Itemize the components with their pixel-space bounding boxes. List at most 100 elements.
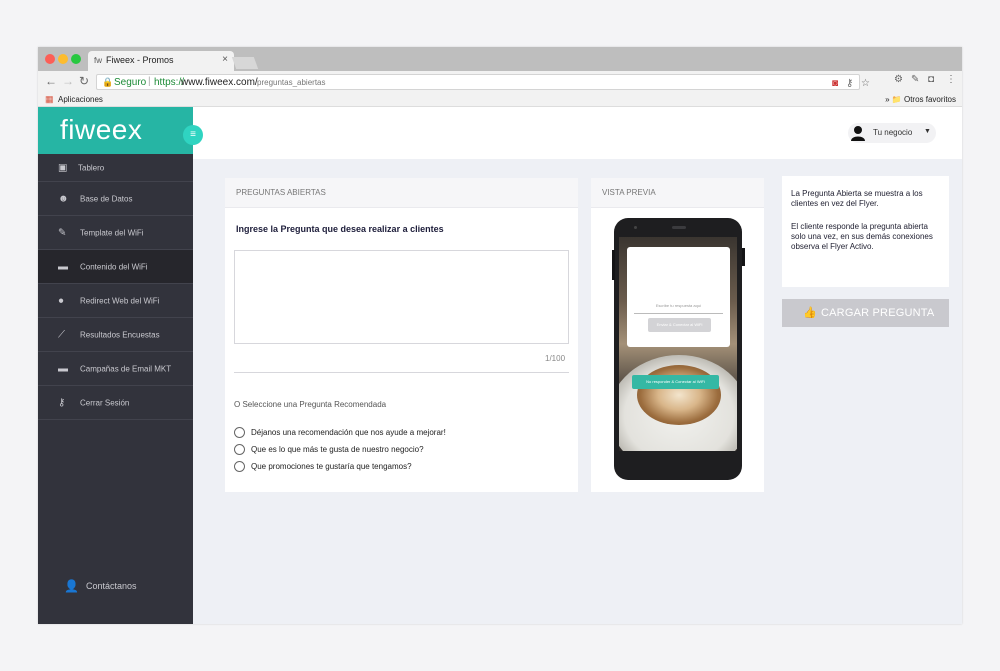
secure-label: Seguro — [114, 77, 147, 88]
chevron-down-icon: ▼ — [924, 128, 931, 135]
suggest-label: O Seleccione una Pregunta Recomendada — [234, 400, 387, 409]
character-counter: 1/100 — [545, 354, 566, 363]
other-bookmarks[interactable]: » 📁 Otros favoritos — [885, 95, 956, 104]
sidebar-item-label: Tablero — [78, 163, 105, 172]
card-divider — [634, 313, 723, 314]
archive-icon: ▬ — [58, 261, 68, 272]
user-icon: 👤 — [64, 579, 79, 593]
sidebar-item-template-wifi[interactable]: ✎ Template del WiFi — [38, 216, 193, 250]
favicon-icon: fw — [94, 56, 102, 65]
extension-icon[interactable]: ⚙ — [894, 74, 903, 85]
option-label: Que promociones te gustaría que tengamos… — [251, 462, 412, 471]
apps-bookmark[interactable]: Aplicaciones — [58, 95, 103, 104]
sidebar-item-label: Redirect Web del WiFi — [80, 296, 160, 305]
archive-icon: ▬ — [58, 363, 68, 374]
divider — [234, 372, 569, 373]
user-label: Tu negocio — [873, 128, 913, 137]
blocked-icon[interactable]: ◙ — [832, 78, 838, 89]
sidebar-item-contenido-wifi[interactable]: ▬ Contenido del WiFi — [38, 250, 193, 284]
minimize-window-button[interactable] — [58, 54, 68, 64]
sidebar-item-label: Template del WiFi — [80, 228, 144, 237]
preview-card: Escribe tu respuesta aquí Enviar & Conec… — [627, 247, 730, 347]
phone-speaker — [672, 226, 686, 229]
apps-grid-icon[interactable]: ▦ — [45, 94, 54, 105]
brand-header: fiweex — [38, 107, 193, 154]
menu-toggle-icon[interactable]: ≡ — [183, 125, 203, 145]
user-menu[interactable]: Tu negocio ▼ — [848, 123, 936, 143]
upload-question-label: CARGAR PREGUNTA — [821, 307, 935, 319]
option-label: Que es lo que más te gusta de nuestro ne… — [251, 445, 424, 454]
contact-label: Contáctanos — [86, 581, 137, 591]
radio-button[interactable] — [234, 444, 245, 455]
radio-button[interactable] — [234, 461, 245, 472]
lock-icon: 🔒 — [102, 77, 114, 87]
sidebar-item-campanas-email[interactable]: ▬ Campañas de Email MKT — [38, 352, 193, 386]
new-tab-button[interactable] — [231, 57, 259, 69]
maximize-window-button[interactable] — [71, 54, 81, 64]
sidebar-item-tablero[interactable]: ▣ Tablero — [38, 154, 193, 182]
url-protocol: https:// — [154, 77, 185, 88]
panel-header: VISTA PREVIA — [591, 178, 764, 208]
sidebar-item-label: Contenido del WiFi — [80, 262, 148, 271]
address-separator: | — [148, 76, 151, 87]
back-icon[interactable]: ← — [45, 74, 57, 88]
globe-icon: ● — [58, 295, 65, 306]
pencil-icon: ✎ — [58, 227, 67, 238]
send-connect-button: Enviar & Conectar al WiFi — [648, 318, 711, 332]
app-root: fiweex ▣ Tablero ☻ Base de Datos ✎ Templ… — [38, 107, 962, 624]
sidebar-item-base-de-datos[interactable]: ☻ Base de Datos — [38, 182, 193, 216]
contact-link[interactable]: 👤 Contáctanos — [38, 569, 193, 603]
phone-button — [612, 250, 615, 280]
star-icon[interactable]: ☆ — [861, 78, 870, 89]
sidebar-item-redirect-web[interactable]: ● Redirect Web del WiFi — [38, 284, 193, 318]
info-paragraph: El cliente responde la pregunta abierta … — [791, 222, 933, 251]
phone-button — [742, 248, 745, 266]
chart-icon: ⟋ — [58, 329, 65, 340]
browser-tab[interactable]: fw Fiweex - Promos × — [88, 51, 234, 71]
key-icon[interactable]: ⚷ — [846, 78, 853, 89]
question-input[interactable] — [234, 250, 569, 344]
sidebar-item-cerrar-sesion[interactable]: ⚷ Cerrar Sesión — [38, 386, 193, 420]
info-panel: La Pregunta Abierta se muestra a los cli… — [782, 176, 949, 287]
brand-logo[interactable]: fiweex — [60, 114, 142, 146]
option-label: Déjanos una recomendación que nos ayude … — [251, 428, 446, 437]
radio-button[interactable] — [234, 427, 245, 438]
browser-window: fw Fiweex - Promos × ← → ↻ 🔒 Seguro | ht… — [38, 47, 962, 624]
card-hint: Escribe tu respuesta aquí — [655, 303, 702, 308]
sidebar-item-label: Resultados Encuestas — [80, 330, 160, 339]
phone-mockup: Escribe tu respuesta aquí Enviar & Conec… — [614, 218, 742, 480]
panel-header: PREGUNTAS ABIERTAS — [225, 178, 578, 208]
sidebar-item-label: Campañas de Email MKT — [80, 364, 172, 373]
tab-close-icon[interactable]: × — [222, 54, 228, 65]
browser-tab-bar: fw Fiweex - Promos × — [38, 47, 962, 71]
address-bar[interactable]: 🔒 Seguro | https:// www.fiweex.com/ preg… — [96, 74, 870, 90]
tab-title: Fiweex - Promos — [106, 55, 174, 65]
questions-panel: PREGUNTAS ABIERTAS Ingrese la Pregunta q… — [225, 178, 578, 492]
dashboard-icon: ▣ — [58, 162, 68, 173]
close-window-button[interactable] — [45, 54, 55, 64]
sidebar: fiweex ▣ Tablero ☻ Base de Datos ✎ Templ… — [38, 107, 193, 624]
thumbs-up-icon: 👍 — [803, 307, 817, 319]
sidebar-item-label: Base de Datos — [80, 194, 133, 203]
sidebar-nav: ▣ Tablero ☻ Base de Datos ✎ Template del… — [38, 154, 193, 420]
info-paragraph: La Pregunta Abierta se muestra a los cli… — [791, 189, 923, 208]
bookmarks-bar: ▦ Aplicaciones » 📁 Otros favoritos — [38, 93, 962, 107]
sidebar-item-label: Cerrar Sesión — [80, 398, 130, 407]
more-menu-icon[interactable]: ⋮ — [946, 74, 956, 85]
reload-icon[interactable]: ↻ — [79, 74, 89, 88]
url-host: www.fiweex.com/ — [181, 77, 258, 88]
phone-camera — [634, 226, 637, 229]
panel-title: VISTA PREVIA — [602, 188, 656, 197]
eyedropper-icon[interactable]: ✎ — [911, 74, 919, 85]
users-icon: ☻ — [58, 193, 69, 204]
avatar-icon — [851, 126, 865, 141]
coffee-image — [637, 365, 721, 425]
forward-icon[interactable]: → — [62, 74, 74, 88]
pocket-icon[interactable]: ◘ — [928, 74, 934, 85]
phone-screen: Escribe tu respuesta aquí Enviar & Conec… — [619, 237, 737, 451]
url-path: preguntas_abiertas — [257, 78, 326, 87]
sidebar-item-resultados-encuestas[interactable]: ⟋ Resultados Encuestas — [38, 318, 193, 352]
preview-panel: VISTA PREVIA Escribe tu respuesta aquí E… — [591, 178, 764, 492]
upload-question-button[interactable]: 👍 CARGAR PREGUNTA — [782, 299, 949, 327]
panel-title: PREGUNTAS ABIERTAS — [236, 188, 326, 197]
